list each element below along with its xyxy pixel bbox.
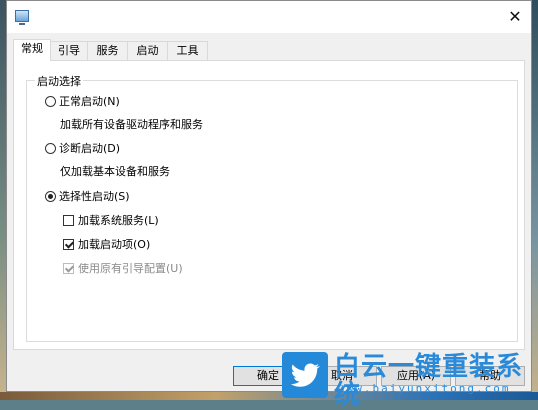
watermark: 白云一键重装系统 www.baiyunxitong.com	[280, 350, 538, 409]
computer-monitor-icon	[15, 10, 29, 25]
tab-services[interactable]: 服务	[87, 41, 128, 60]
checkbox-box	[63, 215, 74, 226]
use-original-boot-config-checkbox: 使用原有引导配置(U)	[63, 261, 183, 277]
tab-startup[interactable]: 启动	[127, 41, 168, 60]
use-original-boot-config-label: 使用原有引导配置(U)	[78, 262, 183, 275]
load-system-services-checkbox[interactable]: 加载系统服务(L)	[63, 213, 159, 229]
checkbox-box-checked	[63, 239, 74, 250]
load-startup-items-checkbox[interactable]: 加载启动项(O)	[63, 237, 150, 253]
diagnostic-startup-description: 仅加载基本设备和服务	[60, 165, 170, 178]
general-tab-panel: 启动选择 正常启动(N) 加载所有设备驱动程序和服务 诊断启动(D) 仅加载基本…	[13, 60, 525, 350]
normal-startup-description: 加载所有设备驱动程序和服务	[60, 118, 203, 131]
startup-selection-group: 启动选择 正常启动(N) 加载所有设备驱动程序和服务 诊断启动(D) 仅加载基本…	[26, 73, 518, 342]
radio-indicator-selected	[45, 191, 56, 202]
tab-tools[interactable]: 工具	[167, 41, 208, 60]
close-button[interactable]: ✕	[499, 1, 531, 33]
group-title: 启动选择	[35, 73, 83, 89]
normal-startup-radio[interactable]: 正常启动(N)	[45, 94, 120, 110]
title-bar: ✕	[7, 1, 531, 33]
normal-startup-label: 正常启动(N)	[59, 95, 120, 108]
selective-startup-label: 选择性启动(S)	[59, 190, 130, 203]
tab-general[interactable]: 常规	[13, 39, 51, 61]
radio-indicator	[45, 96, 56, 107]
watermark-brand-text: 白云一键重装系统	[334, 352, 524, 410]
watermark-url: www.baiyunxitong.com	[338, 382, 511, 395]
checkbox-box-checked-disabled	[63, 263, 74, 274]
desktop-background-right	[532, 0, 538, 400]
diagnostic-startup-label: 诊断启动(D)	[59, 142, 121, 155]
twitter-bird-logo-icon	[282, 352, 328, 398]
radio-indicator	[45, 143, 56, 154]
diagnostic-startup-radio[interactable]: 诊断启动(D)	[45, 141, 120, 157]
load-startup-items-label: 加载启动项(O)	[78, 238, 151, 251]
load-system-services-label: 加载系统服务(L)	[78, 214, 159, 227]
selective-startup-radio[interactable]: 选择性启动(S)	[45, 189, 130, 205]
tab-boot[interactable]: 引导	[50, 41, 88, 60]
system-configuration-window: ✕ 常规 引导 服务 启动 工具 启动选择 正常启动(N) 加载所有设备驱动程序…	[6, 0, 532, 392]
